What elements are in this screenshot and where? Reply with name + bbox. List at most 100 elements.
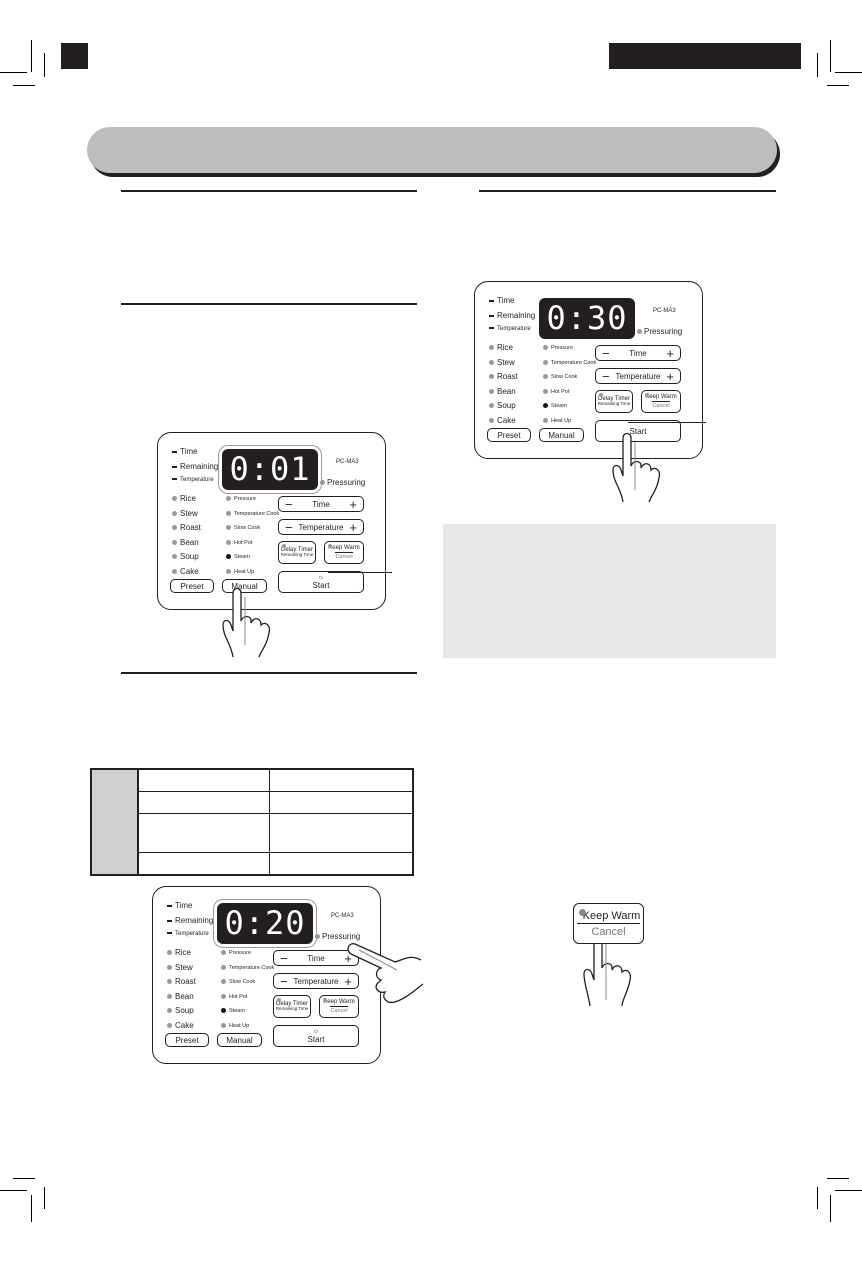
led-dot-icon <box>167 964 172 970</box>
menu-item[interactable]: Steam <box>226 554 250 560</box>
menu-label: Bean <box>497 386 516 396</box>
keep-warm-button[interactable]: Keep Warm Cancel <box>324 541 364 564</box>
pressuring-label: Pressuring <box>644 327 683 336</box>
preset-button[interactable]: Preset <box>170 579 214 593</box>
menu-item[interactable]: Soup <box>167 1006 194 1015</box>
start-button[interactable]: ☼ Start <box>278 571 364 593</box>
menu-item[interactable]: Hot Pot <box>221 994 247 1000</box>
blink-rays-icon: ☼ <box>312 1028 320 1035</box>
minus-icon[interactable]: − <box>285 521 293 534</box>
menu-label: Slow Cook <box>551 374 578 380</box>
menu-item[interactable]: Heat Up <box>221 1023 249 1029</box>
temperature-label: Temperature <box>298 522 344 532</box>
menu-item[interactable]: Rice <box>167 948 191 957</box>
callout-line <box>328 572 392 573</box>
pressuring-indicator: Pressuring <box>637 327 682 336</box>
menu-item[interactable]: Roast <box>172 523 201 532</box>
hand-pointer-icon <box>222 587 271 658</box>
menu-item[interactable]: Stew <box>489 358 515 367</box>
manual-button[interactable]: Manual <box>539 428 584 442</box>
menu-label: Cake <box>180 566 199 576</box>
menu-item[interactable]: Temperature Cook <box>221 965 274 971</box>
crop-mark <box>44 1187 45 1209</box>
plus-icon[interactable]: + <box>666 370 674 383</box>
control-panel-manual: Time Remaining Temperature Rice Stew Roast Bea… <box>157 432 386 610</box>
led-dot-icon <box>172 539 177 545</box>
section-rule <box>121 303 417 305</box>
preset-button[interactable]: Preset <box>165 1033 209 1047</box>
menu-label: Steam <box>234 554 250 560</box>
indicator-1: Remaining <box>172 462 218 471</box>
led-dot-icon <box>323 998 327 1002</box>
time-label: Time <box>312 499 330 509</box>
keep-warm-button-closeup[interactable]: Keep Warm Cancel <box>573 903 644 944</box>
minus-icon[interactable]: − <box>285 498 293 511</box>
menu-item[interactable]: Rice <box>489 343 513 352</box>
menu-item[interactable]: Bean <box>172 538 199 547</box>
menu-item[interactable]: Rice <box>172 494 196 503</box>
menu-item[interactable]: Pressure <box>221 950 251 956</box>
menu-item[interactable]: Bean <box>489 387 516 396</box>
minus-icon[interactable]: − <box>602 347 610 360</box>
menu-item[interactable]: Slow Cook <box>226 525 260 531</box>
menu-label: Hot Pot <box>229 993 248 1000</box>
led-dot-icon <box>489 345 494 351</box>
menu-item[interactable]: Slow Cook <box>543 374 577 380</box>
led-dot-icon <box>172 568 177 574</box>
temperature-button[interactable]: − Temperature + <box>278 519 364 535</box>
menu-item[interactable]: Soup <box>172 552 199 561</box>
time-button[interactable]: − Time + <box>278 496 364 512</box>
menu-item[interactable]: Heat Up <box>543 418 571 424</box>
menu-item[interactable]: Cake <box>167 1021 194 1030</box>
start-button[interactable]: ☼ Start <box>273 1025 359 1047</box>
menu-item[interactable]: Hot Pot <box>226 540 252 546</box>
menu-item[interactable]: Bean <box>167 992 194 1001</box>
start-label: Start <box>312 581 330 590</box>
menu-item[interactable]: Stew <box>172 509 198 518</box>
temperature-button[interactable]: − Temperature + <box>595 368 681 384</box>
menu-item[interactable]: Steam <box>221 1008 245 1014</box>
table-cell <box>270 814 412 853</box>
table-cell <box>139 792 270 814</box>
menu-item[interactable]: Cake <box>489 416 516 425</box>
minus-icon[interactable]: − <box>602 370 610 383</box>
start-label: Start <box>307 1035 325 1044</box>
preset-button[interactable]: Preset <box>487 428 531 442</box>
plus-icon[interactable]: + <box>349 521 357 534</box>
menu-item[interactable]: Pressure <box>543 345 573 351</box>
time-button[interactable]: − Time + <box>595 345 681 361</box>
led-dot-icon <box>167 1008 172 1014</box>
plus-icon[interactable]: + <box>349 498 357 511</box>
delay-timer-button[interactable]: Delay Timer Remaining Time <box>273 995 311 1018</box>
menu-label: Bean <box>180 537 199 547</box>
time-label: Time <box>629 348 647 358</box>
delay-timer-button[interactable]: Delay Timer Remaining Time <box>278 541 316 564</box>
led-dot-icon <box>167 979 172 985</box>
menu-item[interactable]: Steam <box>543 403 567 409</box>
delay-timer-button[interactable]: Delay Timer Remaining Time <box>595 390 633 413</box>
plus-icon[interactable]: + <box>666 347 674 360</box>
led-dot-icon <box>315 934 320 940</box>
minus-icon[interactable]: − <box>280 952 288 965</box>
crop-mark <box>817 1187 818 1209</box>
menu-item[interactable]: Heat Up <box>226 569 254 575</box>
menu-item[interactable]: Slow Cook <box>221 979 255 985</box>
menu-item[interactable]: Stew <box>167 963 193 972</box>
led-dot-icon <box>226 525 231 531</box>
led-dot-icon <box>489 359 494 365</box>
menu-item[interactable]: Soup <box>489 401 516 410</box>
keep-warm-button[interactable]: Keep Warm Cancel <box>641 390 681 413</box>
led-dot-icon <box>221 993 226 999</box>
menu-label: Hot Pot <box>551 388 570 395</box>
menu-item[interactable]: Temperature Cook <box>543 360 596 366</box>
menu-item[interactable]: Temperature Cook <box>226 511 279 517</box>
led-dot-icon <box>172 496 177 502</box>
minus-icon[interactable]: − <box>280 975 288 988</box>
menu-item[interactable]: Roast <box>167 977 196 986</box>
manual-button[interactable]: Manual <box>217 1033 262 1047</box>
menu-item[interactable]: Roast <box>489 372 518 381</box>
menu-item[interactable]: Pressure <box>226 496 256 502</box>
section-header-bar <box>87 127 777 173</box>
menu-item[interactable]: Cake <box>172 567 199 576</box>
menu-item[interactable]: Hot Pot <box>543 389 569 395</box>
